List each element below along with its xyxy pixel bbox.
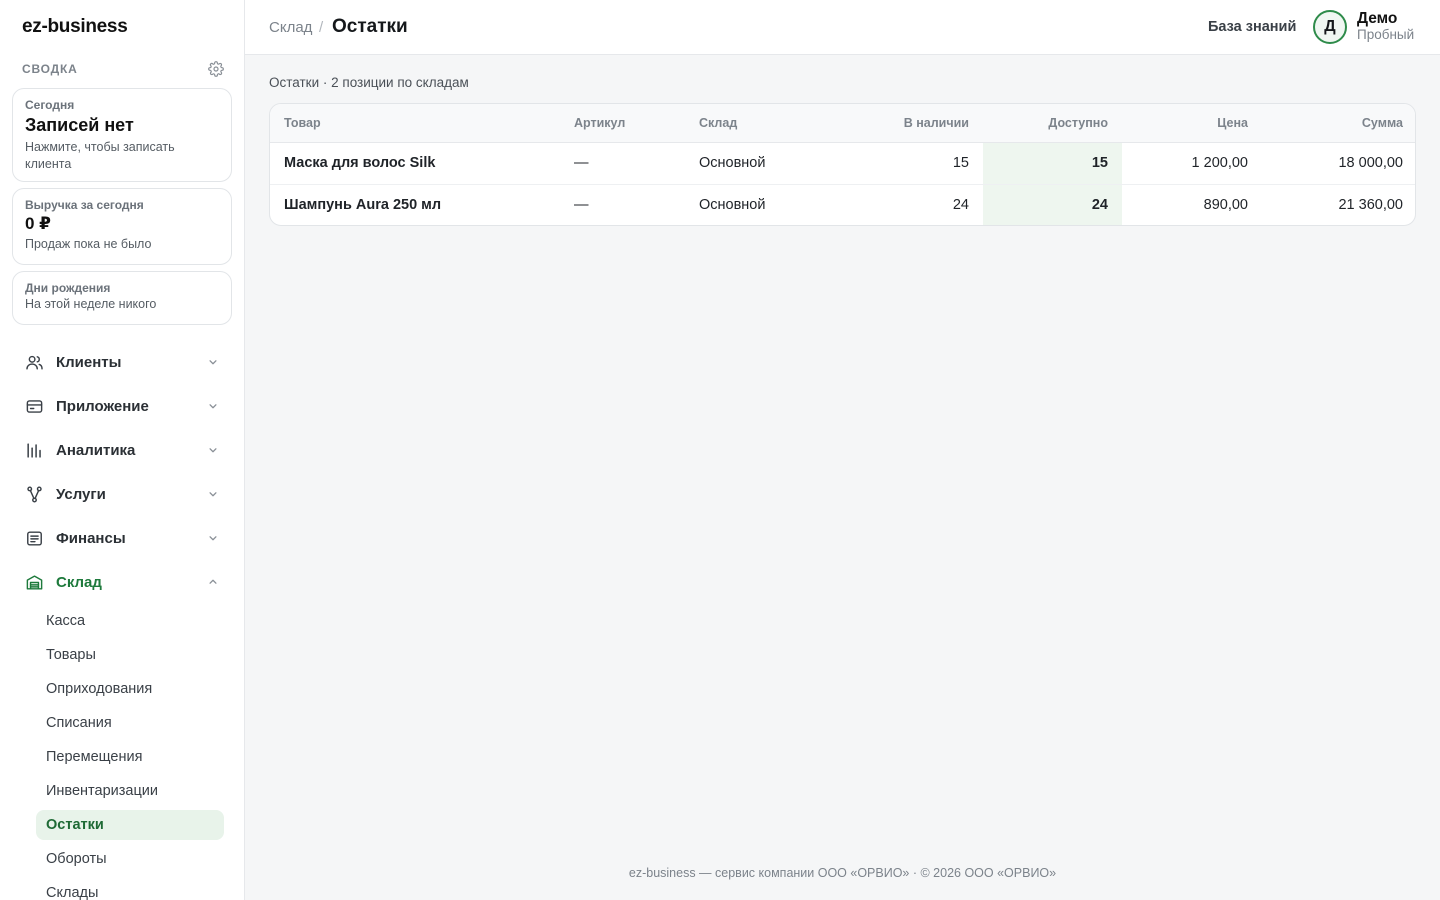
birthdays-card-label: Дни рождения <box>25 281 111 295</box>
page-subtitle: Остатки · 2 позиции по складам <box>269 75 469 90</box>
nav-label-warehouse: Склад <box>56 573 102 591</box>
branch-icon <box>24 484 44 504</box>
column-header-sum[interactable]: Сумма <box>1262 104 1415 143</box>
subnav-goods[interactable]: Товары <box>36 640 224 670</box>
sidebar: ez-business СВОДКА Сегодня Записей нет Н… <box>0 0 245 900</box>
top-bar: Склад / Остатки База знаний Д Демо Пробн… <box>245 0 1440 55</box>
cell-warehouse: Основной <box>699 197 766 214</box>
birthdays-card-text: На этой неделе никого <box>25 297 157 311</box>
cell-price: 1 200,00 <box>1122 142 1262 185</box>
nav-item-analytics[interactable]: Аналитика <box>24 438 220 462</box>
today-card-text: Нажмите, чтобы записать клиента <box>25 140 175 171</box>
column-header-in-stock[interactable]: В наличии <box>825 104 983 143</box>
column-header-warehouse[interactable]: Склад <box>685 104 825 143</box>
user-plan: Пробный <box>1357 27 1415 42</box>
column-header-price[interactable]: Цена <box>1122 104 1262 143</box>
today-card-label: Сегодня <box>25 98 75 112</box>
revenue-card[interactable]: Выручка за сегодня 0 ₽ Продаж пока не бы… <box>12 188 232 265</box>
cell-available: 15 <box>983 142 1122 185</box>
summary-label: СВОДКА <box>22 62 78 76</box>
cell-sum: 21 360,00 <box>1338 197 1403 214</box>
cell-in-stock: 24 <box>952 197 969 214</box>
breadcrumb-parent[interactable]: Склад <box>269 19 312 36</box>
table-header-row: Товар Артикул Склад В наличии Доступно Ц… <box>270 104 1415 143</box>
chevron-down-icon <box>206 355 220 369</box>
today-card-title: Записей нет <box>25 115 134 135</box>
chevron-down-icon <box>206 487 220 501</box>
subnav-writeoffs[interactable]: Списания <box>36 708 224 738</box>
column-header-available[interactable]: Доступно <box>983 104 1122 143</box>
gear-icon[interactable] <box>208 61 224 77</box>
nav-label-app: Приложение <box>56 397 149 415</box>
column-header-product[interactable]: Товар <box>270 104 560 143</box>
revenue-card-value: 0 ₽ <box>25 214 52 233</box>
avatar[interactable]: Д <box>1313 10 1347 44</box>
cell-sku: — <box>560 142 685 185</box>
nav-label-clients: Клиенты <box>56 353 122 371</box>
cell-warehouse: Основной <box>685 142 825 185</box>
revenue-card-text: Продаж пока не было <box>25 237 152 251</box>
chevron-up-icon <box>206 575 220 589</box>
stock-table: Товар Артикул Склад В наличии Доступно Ц… <box>269 103 1416 226</box>
users-icon <box>24 352 44 372</box>
cell-product: Шампунь Aura 250 мл <box>284 197 442 214</box>
birthdays-card[interactable]: Дни рождения На этой неделе никого <box>12 271 232 325</box>
nav-item-services[interactable]: Услуги <box>24 482 220 506</box>
table-row[interactable]: Шампунь Aura 250 мл — Основной 24 24 890… <box>270 184 1415 225</box>
subnav-warehouses[interactable]: Склады <box>36 878 224 900</box>
footer-text: ez-business — сервис компании ООО «ОРВИО… <box>628 866 1057 880</box>
chevron-down-icon <box>206 399 220 413</box>
chevron-down-icon <box>206 443 220 457</box>
nav-label-analytics: Аналитика <box>56 441 136 459</box>
receipt-icon <box>24 528 44 548</box>
summary-header: СВОДКА <box>22 61 224 77</box>
nav-item-clients[interactable]: Клиенты <box>24 350 220 374</box>
card-icon <box>24 396 44 416</box>
nav-item-finance[interactable]: Финансы <box>24 526 220 550</box>
breadcrumb-separator: / <box>319 19 324 36</box>
subnav-transfers[interactable]: Перемещения <box>36 742 224 772</box>
nav-item-app[interactable]: Приложение <box>24 394 220 418</box>
cell-sku: — <box>574 197 589 214</box>
nav-label-services: Услуги <box>56 485 106 503</box>
page-title: Остатки <box>332 16 408 37</box>
cell-price: 890,00 <box>1203 197 1248 214</box>
bar-chart-icon <box>24 440 44 460</box>
subnav-receipts[interactable]: Оприходования <box>36 674 224 704</box>
nav-item-warehouse[interactable]: Склад <box>24 570 220 594</box>
nav-label-finance: Финансы <box>56 529 126 547</box>
cell-product: Маска для волос Silk <box>270 142 560 185</box>
today-card[interactable]: Сегодня Записей нет Нажмите, чтобы запис… <box>12 88 232 182</box>
warehouse-icon <box>24 572 44 592</box>
table-row[interactable]: Маска для волос Silk — Основной 15 15 1 … <box>270 142 1415 185</box>
subnav-stock-balances[interactable]: Остатки <box>36 810 224 840</box>
user-name[interactable]: Демо <box>1357 10 1397 28</box>
cell-available: 24 <box>983 184 1122 225</box>
subnav-turnover[interactable]: Обороты <box>36 844 224 874</box>
column-header-sku[interactable]: Артикул <box>560 104 685 143</box>
chevron-down-icon <box>206 531 220 545</box>
knowledge-base-link[interactable]: База знаний <box>1208 19 1296 35</box>
app-logo[interactable]: ez-business <box>22 16 128 38</box>
subnav-inventories[interactable]: Инвентаризации <box>36 776 224 806</box>
subnav-cashbox[interactable]: Касса <box>36 606 224 636</box>
cell-in-stock: 15 <box>825 142 983 185</box>
cell-sum: 18 000,00 <box>1262 142 1415 185</box>
revenue-card-label: Выручка за сегодня <box>25 198 144 212</box>
